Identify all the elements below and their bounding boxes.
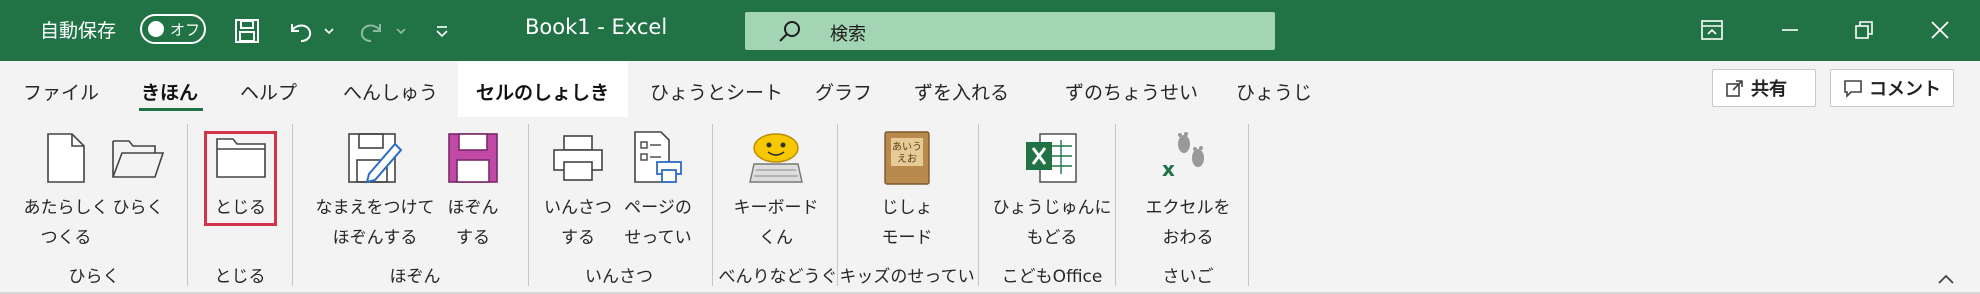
jisho-label-line1: じしょ [881,198,933,218]
save-as-label-line2: ほぞんする [332,228,418,248]
excel-table-icon [1024,127,1080,189]
group-tools-label: べんりなどうぐ [718,267,838,287]
toggle-knob [148,21,164,37]
group-kodomo-label: こどもOffice [1001,267,1103,287]
tab-selected-underline [139,108,203,111]
close-label: とじる [215,198,266,218]
footsteps-icon: x [1160,127,1216,189]
minimize-icon[interactable] [1768,10,1812,50]
tab-view[interactable]: ひょうじ [1236,78,1312,105]
svg-text:x: x [1162,157,1175,181]
document-title: Book1 - Excel [525,15,668,39]
open-button[interactable]: ひらく [108,127,168,223]
group-separator [837,124,838,286]
save-as-button[interactable]: なまえをつけて ほぞんする [310,127,440,253]
group-separator [978,124,979,286]
tab-graph[interactable]: グラフ [815,78,872,105]
group-separator [1115,124,1116,286]
search-placeholder: 検索 [830,24,866,45]
new-label-line1: あたらしく [23,198,109,218]
dictionary-book-icon: あいう えお [881,127,933,189]
restore-icon[interactable] [1842,10,1886,50]
exit-label-line1: エクセルを [1145,198,1231,218]
customize-qat-icon[interactable] [428,14,456,48]
group-print-label: いんさつ [585,267,653,287]
redo-dropdown-icon[interactable] [392,14,410,48]
save-as-icon [345,127,405,189]
group-separator [712,124,713,286]
printer-icon [552,127,604,189]
group-close-label: とじる [214,267,266,287]
keyboard-label-line1: キーボード [733,198,819,218]
dictionary-book-text: あいう [892,141,922,153]
close-window-icon[interactable] [1918,10,1962,50]
group-last-label: さいご [1162,267,1214,287]
undo-icon[interactable] [283,14,317,48]
new-workbook-button[interactable]: あたらしく つくる [16,127,116,253]
jisho-label-line2: モード [881,228,933,248]
tab-cell-format[interactable]: セルのしょしき [476,78,609,105]
group-separator [187,124,188,286]
standard-mode-button[interactable]: ひょうじゅんに もどる [992,127,1112,253]
new-label-line2: つくる [40,228,92,248]
standard-label-line1: ひょうじゅんに [992,198,1112,218]
group-separator [528,124,529,286]
comment-button[interactable]: コメント [1830,69,1954,107]
open-folder-icon [111,127,165,189]
ribbon-panel [0,117,1980,292]
tab-kihon[interactable]: きほん [141,78,198,105]
undo-dropdown-icon[interactable] [320,14,338,48]
group-open-label: ひらく [68,267,120,287]
autosave-toggle[interactable]: オフ [140,14,206,44]
group-separator [292,124,293,286]
collapse-ribbon-icon[interactable] [1937,270,1955,289]
save-label-line2: する [456,228,490,248]
group-kids-label: キッズのせってい [839,267,975,287]
title-bar: 自動保存 オフ Book1 - Excel 検索 [0,0,1980,61]
tab-insert-figure[interactable]: ずを入れる [914,78,1009,105]
tab-file[interactable]: ファイル [23,78,99,105]
dictionary-book-text-2: えお [897,153,917,165]
group-save-label: ほぞん [389,267,441,287]
keyboard-label-line2: くん [759,228,793,248]
autosave-state: オフ [170,20,201,39]
save-disk-icon [447,127,499,189]
share-label: 共有 [1751,79,1787,100]
search-box[interactable]: 検索 [745,12,1275,50]
group-separator [1248,124,1249,286]
page-setup-icon [633,127,683,189]
close-folder-icon [215,127,267,189]
redo-icon[interactable] [355,14,389,48]
tab-henshuu[interactable]: へんしゅう [343,78,438,105]
share-icon [1726,80,1743,97]
share-button[interactable]: 共有 [1712,69,1816,107]
keyboard-button[interactable]: キーボード くん [724,127,828,253]
page-setup-label-line2: せってい [624,228,692,248]
tab-help[interactable]: ヘルプ [240,78,297,105]
standard-label-line2: もどる [1026,228,1078,248]
tab-table-sheet[interactable]: ひょうとシート [650,78,783,105]
close-workbook-button[interactable]: とじる [207,127,274,223]
save-label-line1: ほぞん [447,198,499,218]
search-icon [777,19,803,50]
keyboard-character-icon [748,127,804,189]
print-label-line2: する [561,228,595,248]
ribbon-display-options-icon[interactable] [1690,10,1734,50]
new-document-icon [46,127,86,189]
page-setup-button[interactable]: ページの せってい [618,127,698,253]
tab-figure-adjust[interactable]: ずのちょうせい [1065,78,1198,105]
save-button[interactable]: ほぞん する [438,127,508,253]
save-icon[interactable] [230,14,264,48]
page-setup-label-line1: ページの [624,198,692,218]
autosave-label: 自動保存 [40,20,117,42]
exit-excel-button[interactable]: x エクセルを おわる [1138,127,1238,253]
print-button[interactable]: いんさつ する [540,127,616,253]
comment-label: コメント [1869,79,1941,100]
open-label: ひらく [112,198,164,218]
comment-icon [1844,80,1862,98]
jisho-mode-button[interactable]: あいう えお じしょ モード [866,127,948,253]
print-label-line1: いんさつ [544,198,612,218]
exit-label-line2: おわる [1162,228,1214,248]
save-as-label-line1: なまえをつけて [315,198,435,218]
